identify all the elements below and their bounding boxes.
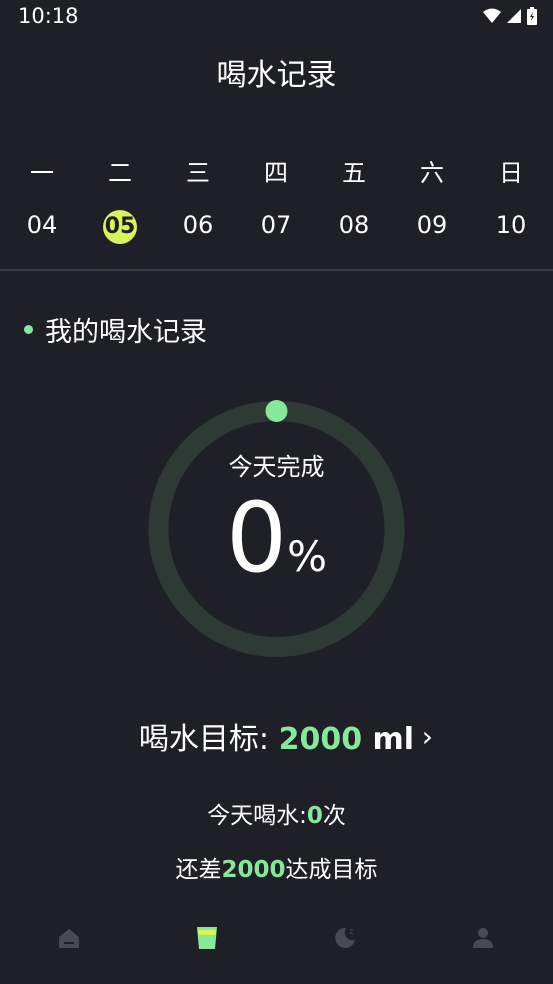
day-name: 三 bbox=[186, 159, 210, 187]
nav-home[interactable] bbox=[54, 923, 84, 953]
wifi-icon bbox=[483, 8, 501, 23]
section-title: 我的喝水记录 bbox=[24, 310, 207, 349]
signal-icon bbox=[507, 9, 521, 23]
progress-percent-unit: % bbox=[287, 532, 327, 581]
day-number: 10 bbox=[495, 211, 527, 239]
remaining-to-goal: 还差2000达成目标 bbox=[0, 850, 553, 884]
day-sat[interactable]: 六 09 bbox=[402, 155, 462, 243]
day-sun[interactable]: 日 10 bbox=[481, 155, 541, 243]
selected-day-badge: 05 bbox=[103, 210, 137, 244]
day-number: 04 bbox=[26, 211, 58, 239]
page-title: 喝水记录 bbox=[216, 58, 337, 93]
chevron-right-icon[interactable]: › bbox=[422, 720, 433, 753]
divider bbox=[0, 269, 553, 271]
today-drink-count: 今天喝水:0次 bbox=[0, 796, 553, 830]
day-name: 四 bbox=[264, 159, 288, 187]
goal-row[interactable]: 喝水目标: 2000 ml bbox=[0, 714, 553, 758]
screen: 10:18 喝水记录 一 04 二 05 三 06 四 07 五 08 六 09… bbox=[0, 0, 553, 984]
day-fri[interactable]: 五 08 bbox=[324, 155, 384, 243]
progress-value: 0% bbox=[0, 488, 553, 588]
profile-icon bbox=[473, 928, 493, 948]
today-suffix: 次 bbox=[322, 803, 346, 829]
remaining-amount: 2000 bbox=[221, 857, 286, 883]
day-thu[interactable]: 四 07 bbox=[246, 155, 306, 243]
day-name: 六 bbox=[420, 159, 444, 187]
status-bar: 10:18 bbox=[0, 0, 553, 34]
day-number: 06 bbox=[182, 211, 214, 239]
day-tue[interactable]: 二 05 bbox=[90, 155, 150, 244]
remaining-suffix: 达成目标 bbox=[285, 857, 378, 883]
day-number-selected: 05 bbox=[90, 207, 150, 244]
day-name: 二 bbox=[108, 159, 132, 187]
goal-label: 喝水目标: bbox=[138, 722, 279, 757]
nav-sleep[interactable]: z bbox=[330, 923, 360, 953]
ring-progress-knob[interactable] bbox=[265, 400, 288, 422]
sleep-moon-icon: z bbox=[335, 927, 355, 948]
svg-text:z: z bbox=[349, 927, 353, 936]
home-icon bbox=[59, 929, 79, 948]
goal-amount: 2000 bbox=[278, 722, 363, 757]
day-name: 一 bbox=[30, 159, 54, 187]
today-count: 0 bbox=[306, 803, 323, 829]
day-number: 07 bbox=[260, 211, 292, 239]
bullet-dot-icon bbox=[24, 325, 33, 334]
water-cup-icon bbox=[197, 927, 217, 949]
day-mon[interactable]: 一 04 bbox=[12, 155, 72, 243]
status-time: 10:18 bbox=[18, 4, 79, 28]
battery-icon bbox=[527, 7, 537, 25]
day-name: 五 bbox=[342, 159, 366, 187]
day-wed[interactable]: 三 06 bbox=[168, 155, 228, 243]
progress-percent-number: 0 bbox=[226, 482, 288, 594]
day-name: 日 bbox=[499, 159, 523, 187]
today-prefix: 今天喝水: bbox=[207, 803, 307, 829]
progress-label: 今天完成 bbox=[228, 453, 325, 481]
section-title-text: 我的喝水记录 bbox=[45, 317, 207, 348]
goal-unit: ml bbox=[362, 722, 415, 757]
nav-profile[interactable] bbox=[468, 923, 498, 953]
bottom-nav: z bbox=[0, 915, 553, 965]
day-number: 08 bbox=[338, 211, 370, 239]
nav-water[interactable] bbox=[192, 923, 222, 953]
day-number: 09 bbox=[416, 211, 448, 239]
status-icons bbox=[483, 7, 537, 25]
remaining-prefix: 还差 bbox=[175, 857, 222, 883]
